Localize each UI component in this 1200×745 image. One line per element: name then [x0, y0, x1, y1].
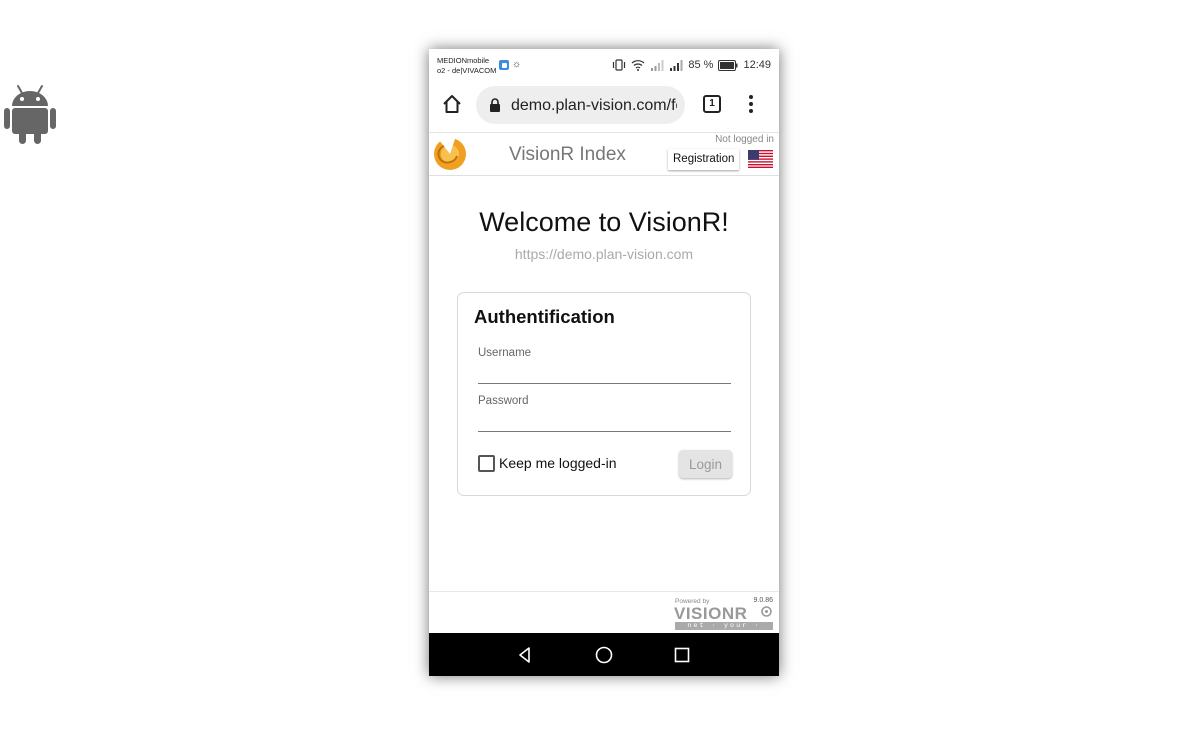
page-title: VisionR Index	[509, 144, 626, 165]
phone-screen: MEDIONmobile o2 - de|VIVACOM ☼ 85 % 12:4…	[429, 49, 779, 676]
back-icon[interactable]	[515, 645, 535, 665]
tabs-button[interactable]: 1	[703, 95, 721, 113]
carrier-line-1: MEDIONmobile	[437, 56, 490, 65]
carrier-line-2: o2 - de|VIVACOM	[437, 66, 497, 75]
home-circle-icon[interactable]	[594, 645, 614, 665]
notification-icons: ☼	[499, 60, 521, 70]
lock-icon	[490, 98, 500, 112]
android-nav-bar	[429, 633, 779, 676]
username-input[interactable]	[478, 364, 731, 384]
app-header: VisionR Index Not logged in Registration	[429, 132, 779, 176]
visionr-tagline: net · your · data	[675, 622, 773, 637]
recents-icon[interactable]	[672, 645, 692, 665]
keep-logged-label[interactable]: Keep me logged-in	[499, 455, 617, 471]
visionr-mark-icon	[761, 606, 772, 617]
clock: 12:49	[743, 59, 771, 71]
welcome-heading: Welcome to VisionR!	[479, 207, 729, 237]
auth-title: Authentification	[474, 306, 615, 327]
browser-toolbar: demo.plan-vision.com/fc 1	[429, 81, 779, 131]
status-bar: MEDIONmobile o2 - de|VIVACOM ☼ 85 % 12:4…	[429, 49, 779, 81]
home-icon[interactable]	[441, 93, 463, 115]
brightness-icon: ☼	[512, 59, 522, 70]
username-label: Username	[478, 347, 532, 359]
battery-percent: 85 %	[688, 59, 714, 71]
site-url: https://demo.plan-vision.com	[514, 246, 694, 262]
password-input[interactable]	[478, 412, 731, 432]
auth-card: Authentification Username Password Keep …	[457, 292, 751, 496]
more-vert-icon[interactable]	[746, 95, 756, 115]
version-label: 9.0.86	[753, 597, 773, 604]
registration-button[interactable]: Registration	[668, 149, 740, 170]
vibrate-icon	[613, 59, 626, 71]
android-icon	[4, 85, 56, 144]
keep-logged-checkbox[interactable]	[478, 455, 495, 472]
wifi-icon	[631, 60, 645, 71]
password-label: Password	[478, 395, 529, 407]
signal-icon	[651, 60, 664, 71]
carrier-info: MEDIONmobile o2 - de|VIVACOM	[437, 56, 496, 76]
login-status: Not logged in	[715, 134, 774, 145]
us-flag-icon[interactable]	[748, 150, 773, 168]
login-button[interactable]: Login	[679, 450, 732, 478]
address-bar[interactable]: demo.plan-vision.com/fc	[476, 86, 685, 124]
footer: Powered by 9.0.86 VISIONR net · your · d…	[429, 591, 779, 637]
visionr-wordmark: VISIONR	[674, 604, 748, 623]
messenger-icon	[499, 60, 509, 70]
visionr-logo[interactable]	[433, 137, 467, 171]
signal-icon	[670, 60, 683, 71]
stage: MEDIONmobile o2 - de|VIVACOM ☼ 85 % 12:4…	[0, 0, 1200, 745]
battery-icon	[718, 59, 738, 71]
url-text[interactable]: demo.plan-vision.com/fc	[511, 97, 677, 115]
system-icons: 85 % 12:49	[612, 59, 771, 71]
